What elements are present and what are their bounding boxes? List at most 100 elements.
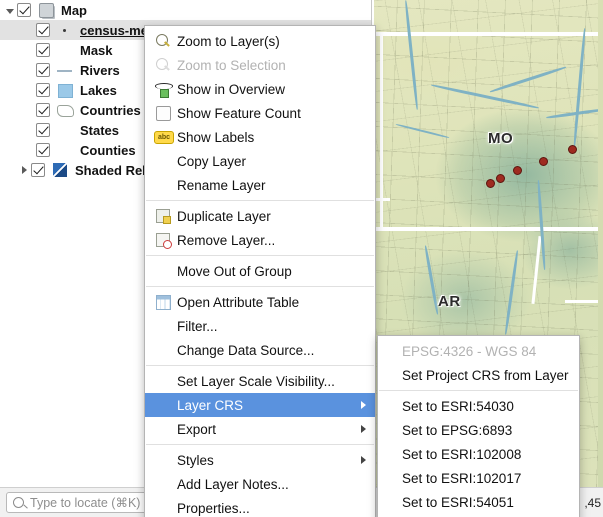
menu-item-filter[interactable]: Filter... [145,314,375,338]
blank-icon [153,263,175,279]
menu-item-label: Zoom to Selection [177,57,286,73]
census-point-marker[interactable] [513,166,522,175]
layer-group-label: Map [61,2,87,18]
checkbox-icon[interactable] [153,105,175,121]
zoom-icon [153,57,175,73]
layer-visibility-checkbox[interactable] [36,83,50,97]
no-symbol-icon [55,42,75,58]
layer-visibility-checkbox[interactable] [36,43,50,57]
blank-icon [153,318,175,334]
layer-label: States [80,122,120,138]
menu-item-label: Properties... [177,500,250,516]
menu-item-show-labels[interactable]: Show Labels [145,125,375,149]
menu-item-label: Styles [177,452,214,468]
layer-visibility-checkbox[interactable] [36,143,50,157]
menu-item-properties[interactable]: Properties... [145,496,375,517]
layer-visibility-checkbox[interactable] [36,63,50,77]
census-point-marker[interactable] [568,145,577,154]
menu-item-move-out-of-group[interactable]: Move Out of Group [145,259,375,283]
layer-visibility-checkbox[interactable] [36,23,50,37]
blank-icon [153,421,175,437]
layer-visibility-checkbox[interactable] [31,163,45,177]
menu-item-open-attribute-table[interactable]: Open Attribute Table [145,290,375,314]
blank-icon [153,342,175,358]
menu-item-show-in-overview[interactable]: Show in Overview [145,77,375,101]
menu-item-copy-layer[interactable]: Copy Layer [145,149,375,173]
census-point-marker[interactable] [539,157,548,166]
layer-visibility-checkbox[interactable] [36,103,50,117]
menu-separator [146,444,374,445]
menu-item-label: Set to EPSG:6893 [402,422,513,438]
submenu-item-set-to-esri-54030[interactable]: Set to ESRI:54030 [378,394,579,418]
menu-item-change-data-source[interactable]: Change Data Source... [145,338,375,362]
menu-item-label: Change Data Source... [177,342,315,358]
menu-item-label: Layer CRS [177,397,244,413]
polygon-outline-icon [55,102,75,118]
menu-separator [379,390,578,391]
blank-icon [153,397,175,413]
search-icon [13,497,24,508]
submenu-item-set-project-crs-from-layer[interactable]: Set Project CRS from Layer [378,363,579,387]
point-layer-icon [55,22,75,38]
map-label-state: MO [488,130,514,147]
overview-glasses-icon [153,81,175,98]
menu-item-label: Set to ESRI:54051 [402,494,514,510]
layer-group-map[interactable]: Map [0,0,371,20]
menu-item-rename-layer[interactable]: Rename Layer [145,173,375,197]
chevron-right-icon [361,456,366,464]
layer-visibility-checkbox[interactable] [36,123,50,137]
menu-item-label: Show in Overview [177,81,286,97]
menu-item-label: Export [177,421,217,437]
fill-layer-icon [55,82,75,98]
raster-layer-icon [53,163,67,177]
no-symbol-icon [55,142,75,158]
menu-separator [146,286,374,287]
submenu-item-set-to-epsg-6893[interactable]: Set to EPSG:6893 [378,418,579,442]
census-point-marker[interactable] [486,179,495,188]
census-point-marker[interactable] [496,174,505,183]
layer-label: Countries [80,102,141,118]
layer-context-menu[interactable]: Zoom to Layer(s) Zoom to Selection Show … [144,25,376,517]
menu-item-label: Move Out of Group [177,263,292,279]
menu-item-label: EPSG:4326 - WGS 84 [402,343,537,359]
layer-visibility-checkbox[interactable] [17,3,31,17]
menu-item-label: Set Project CRS from Layer [402,367,569,383]
blank-icon [153,153,175,169]
menu-item-export[interactable]: Export [145,417,375,441]
duplicate-icon [153,208,175,224]
menu-item-add-layer-notes[interactable]: Add Layer Notes... [145,472,375,496]
menu-item-layer-crs[interactable]: Layer CRS [145,393,375,417]
menu-item-show-feature-count[interactable]: Show Feature Count [145,101,375,125]
menu-item-styles[interactable]: Styles [145,448,375,472]
chevron-right-icon[interactable] [18,164,31,177]
layer-label: Rivers [80,62,120,78]
menu-item-label: Open Attribute Table [177,294,300,310]
layer-label: Lakes [80,82,117,98]
menu-item-label: Set Layer Scale Visibility... [177,373,335,389]
menu-item-remove-layer[interactable]: Remove Layer... [145,228,375,252]
submenu-item-set-to-esri-54051[interactable]: Set to ESRI:54051 [378,490,579,514]
layer-crs-submenu[interactable]: EPSG:4326 - WGS 84 Set Project CRS from … [377,335,580,517]
labels-abc-icon [153,129,175,145]
remove-icon [153,232,175,249]
menu-item-duplicate-layer[interactable]: Duplicate Layer [145,204,375,228]
state-boundary-line [374,227,603,231]
menu-separator [146,255,374,256]
menu-item-set-layer-scale-visibility[interactable]: Set Layer Scale Visibility... [145,369,375,393]
submenu-item-set-to-esri-102008[interactable]: Set to ESRI:102008 [378,442,579,466]
menu-separator [146,200,374,201]
menu-item-label: Add Layer Notes... [177,476,289,492]
attribute-table-icon [153,294,175,310]
menu-item-zoom-to-layers[interactable]: Zoom to Layer(s) [145,29,375,53]
submenu-item-current-crs: EPSG:4326 - WGS 84 [378,339,579,363]
blank-icon [153,373,175,389]
menu-separator [146,365,374,366]
blank-icon [153,476,175,492]
menu-item-label: Duplicate Layer [177,208,271,224]
menu-item-label: Rename Layer [177,177,266,193]
chevron-down-icon[interactable] [4,4,17,17]
chevron-right-icon [361,425,366,433]
submenu-item-set-to-esri-102017[interactable]: Set to ESRI:102017 [378,466,579,490]
menu-item-label: Zoom to Layer(s) [177,33,280,49]
menu-item-label: Set to ESRI:102017 [402,470,522,486]
